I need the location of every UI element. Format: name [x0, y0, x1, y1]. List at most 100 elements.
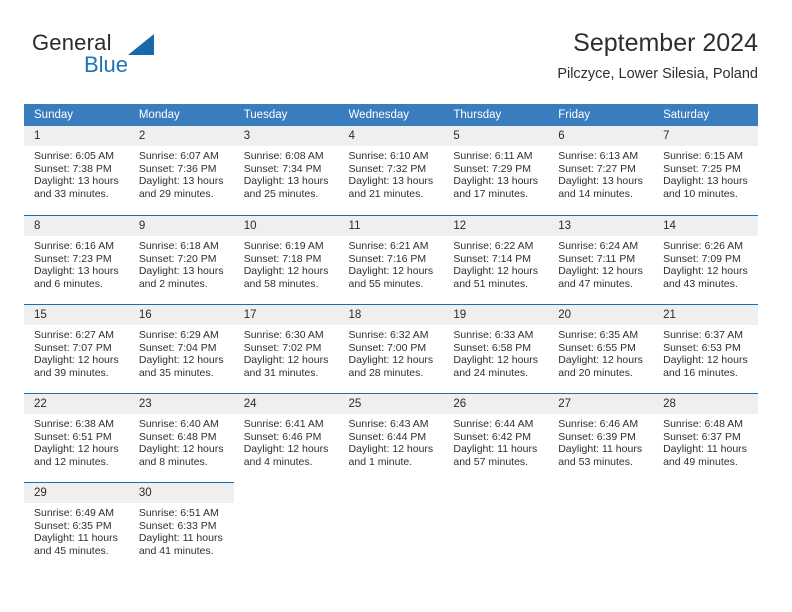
sunset-text: Sunset: 6:44 PM: [348, 430, 427, 443]
calendar-day-cell[interactable]: 4 Sunrise: 6:10 AM Sunset: 7:32 PM Daylight…: [338, 126, 444, 215]
calendar-day-cell[interactable]: 7 Sunrise: 6:15 AM Sunset: 7:25 PM Daylight…: [653, 126, 758, 215]
calendar-day-details: Sunrise: 6:48 AM Sunset: 6:37 PM Daylight:…: [653, 414, 758, 468]
calendar-day-cell[interactable]: 23 Sunrise: 6:40 AM Sunset: 6:48 PM Dayligh…: [128, 393, 234, 482]
calendar-day-details: Sunrise: 6:44 AM Sunset: 6:42 PM Daylight:…: [443, 414, 548, 468]
sunset-text: Sunset: 7:27 PM: [558, 162, 636, 175]
calendar-day-cell[interactable]: 28 Sunrise: 6:48 AM Sunset: 6:37 PM Dayligh…: [653, 393, 758, 482]
daylight-text-line1: Daylight: 13 hours: [34, 175, 119, 188]
calendar-day-number: 30: [128, 483, 234, 503]
daylight-text-line2: and 8 minutes.: [138, 455, 208, 468]
calendar-day-cell-empty: [443, 482, 548, 571]
calendar-day-cell[interactable]: 30 Sunrise: 6:51 AM Sunset: 6:33 PM Dayligh…: [128, 482, 234, 571]
daylight-text-line2: and 25 minutes.: [243, 187, 319, 200]
calendar-day-cell[interactable]: 5 Sunrise: 6:11 AM Sunset: 7:29 PM Daylight…: [443, 126, 549, 215]
daylight-text-line1: Daylight: 12 hours: [663, 354, 748, 367]
daylight-text-line1: Daylight: 11 hours: [558, 443, 643, 456]
calendar-day-cell[interactable]: 8 Sunrise: 6:16 AM Sunset: 7:23 PM Daylight…: [24, 215, 129, 304]
daylight-text-line1: Daylight: 13 hours: [34, 265, 119, 278]
calendar-day-number: [443, 482, 548, 502]
calendar-day-cell[interactable]: 22 Sunrise: 6:38 AM Sunset: 6:51 PM Dayligh…: [24, 393, 129, 482]
calendar-day-inner: 17 Sunrise: 6:30 AM Sunset: 7:02 PM Dayligh…: [233, 304, 339, 393]
calendar-day-inner: 18 Sunrise: 6:32 AM Sunset: 7:00 PM Dayligh…: [338, 304, 444, 393]
calendar-day-cell[interactable]: 27 Sunrise: 6:46 AM Sunset: 6:39 PM Dayligh…: [548, 393, 654, 482]
sunset-text: Sunset: 7:14 PM: [453, 252, 532, 265]
calendar-day-number: 3: [233, 126, 339, 146]
calendar-day-details: Sunrise: 6:49 AM Sunset: 6:35 PM Daylight:…: [24, 503, 129, 557]
calendar-day-cell[interactable]: 16 Sunrise: 6:29 AM Sunset: 7:04 PM Dayligh…: [128, 304, 234, 393]
calendar-day-cell[interactable]: 19 Sunrise: 6:33 AM Sunset: 6:58 PM Dayligh…: [443, 304, 549, 393]
calendar-day-number: 20: [548, 305, 654, 325]
calendar-day-number: 2: [128, 126, 234, 146]
sunrise-text: Sunrise: 6:29 AM: [138, 329, 219, 341]
calendar-day-cell[interactable]: 17 Sunrise: 6:30 AM Sunset: 7:02 PM Dayligh…: [233, 304, 339, 393]
sunset-text: Sunset: 7:34 PM: [243, 162, 322, 175]
calendar-day-number: 26: [443, 394, 549, 414]
daylight-text-line2: and 51 minutes.: [453, 277, 529, 290]
calendar-day-details: [339, 502, 444, 506]
sunrise-text: Sunrise: 6:33 AM: [453, 329, 534, 341]
calendar-day-inner: 4 Sunrise: 6:10 AM Sunset: 7:32 PM Daylight…: [338, 126, 444, 215]
sunset-text: Sunset: 6:37 PM: [663, 430, 741, 443]
calendar-day-details: Sunrise: 6:15 AM Sunset: 7:25 PM Daylight:…: [653, 146, 758, 200]
daylight-text-line1: Daylight: 12 hours: [453, 265, 539, 278]
daylight-text-line2: and 16 minutes.: [663, 366, 738, 379]
daylight-text-line1: Daylight: 13 hours: [663, 175, 748, 188]
calendar-day-inner: 29 Sunrise: 6:49 AM Sunset: 6:35 PM Dayligh…: [24, 482, 129, 571]
sunrise-text: Sunrise: 6:35 AM: [558, 329, 639, 341]
sunset-text: Sunset: 6:42 PM: [453, 430, 532, 443]
sunrise-text: Sunrise: 6:32 AM: [348, 329, 429, 341]
calendar-day-cell[interactable]: 20 Sunrise: 6:35 AM Sunset: 6:55 PM Dayligh…: [548, 304, 654, 393]
calendar-day-cell-empty: [234, 482, 339, 571]
sunset-text: Sunset: 6:46 PM: [243, 430, 322, 443]
calendar-day-cell[interactable]: 21 Sunrise: 6:37 AM Sunset: 6:53 PM Dayligh…: [653, 304, 758, 393]
daylight-text-line1: Daylight: 12 hours: [348, 443, 434, 456]
daylight-text-line1: Daylight: 12 hours: [243, 443, 329, 456]
sunset-text: Sunset: 7:32 PM: [348, 162, 427, 175]
calendar-day-cell[interactable]: 26 Sunrise: 6:44 AM Sunset: 6:42 PM Dayligh…: [443, 393, 549, 482]
calendar-day-number: 18: [338, 305, 444, 325]
calendar-day-inner: [548, 482, 653, 571]
calendar-day-cell[interactable]: 24 Sunrise: 6:41 AM Sunset: 6:46 PM Dayligh…: [233, 393, 339, 482]
daylight-text-line1: Daylight: 13 hours: [348, 175, 434, 188]
daylight-text-line1: Daylight: 11 hours: [663, 443, 747, 456]
sunset-text: Sunset: 7:11 PM: [558, 252, 636, 265]
calendar-day-cell[interactable]: 6 Sunrise: 6:13 AM Sunset: 7:27 PM Daylight…: [548, 126, 654, 215]
calendar-day-details: Sunrise: 6:33 AM Sunset: 6:58 PM Daylight:…: [443, 325, 548, 379]
calendar-day-details: Sunrise: 6:27 AM Sunset: 7:07 PM Daylight:…: [24, 325, 129, 379]
calendar-day-cell[interactable]: 18 Sunrise: 6:32 AM Sunset: 7:00 PM Dayligh…: [338, 304, 444, 393]
calendar-day-details: Sunrise: 6:05 AM Sunset: 7:38 PM Daylight:…: [24, 146, 129, 200]
calendar-day-cell[interactable]: 11 Sunrise: 6:21 AM Sunset: 7:16 PM Dayligh…: [338, 215, 444, 304]
calendar-day-details: Sunrise: 6:26 AM Sunset: 7:09 PM Daylight:…: [653, 236, 758, 290]
calendar-day-cell[interactable]: 1 Sunrise: 6:05 AM Sunset: 7:38 PM Daylight…: [24, 126, 129, 215]
calendar-day-cell[interactable]: 13 Sunrise: 6:24 AM Sunset: 7:11 PM Dayligh…: [548, 215, 654, 304]
sunset-text: Sunset: 6:48 PM: [138, 430, 217, 443]
calendar-day-cell[interactable]: 2 Sunrise: 6:07 AM Sunset: 7:36 PM Daylight…: [128, 126, 234, 215]
daylight-text-line2: and 31 minutes.: [243, 366, 319, 379]
daylight-text-line1: Daylight: 13 hours: [453, 175, 539, 188]
calendar-day-cell[interactable]: 12 Sunrise: 6:22 AM Sunset: 7:14 PM Dayligh…: [443, 215, 549, 304]
calendar-day-cell[interactable]: 29 Sunrise: 6:49 AM Sunset: 6:35 PM Dayligh…: [24, 482, 129, 571]
calendar-day-cell[interactable]: 10 Sunrise: 6:19 AM Sunset: 7:18 PM Dayligh…: [233, 215, 339, 304]
calendar-day-cell[interactable]: 15 Sunrise: 6:27 AM Sunset: 7:07 PM Dayligh…: [24, 304, 129, 393]
sunrise-text: Sunrise: 6:11 AM: [453, 150, 533, 162]
calendar-day-number: 11: [338, 216, 444, 236]
daylight-text-line2: and 58 minutes.: [243, 277, 319, 290]
calendar-day-inner: 12 Sunrise: 6:22 AM Sunset: 7:14 PM Dayligh…: [443, 215, 549, 304]
calendar-day-cell[interactable]: 25 Sunrise: 6:43 AM Sunset: 6:44 PM Dayligh…: [338, 393, 444, 482]
calendar-day-details: Sunrise: 6:40 AM Sunset: 6:48 PM Daylight:…: [129, 414, 234, 468]
calendar-day-inner: 27 Sunrise: 6:46 AM Sunset: 6:39 PM Dayligh…: [548, 393, 654, 482]
brand-logo[interactable]: General Blue: [24, 28, 224, 90]
sunrise-text: Sunrise: 6:41 AM: [243, 418, 324, 430]
calendar-day-details: Sunrise: 6:29 AM Sunset: 7:04 PM Daylight:…: [129, 325, 234, 379]
calendar-day-inner: 19 Sunrise: 6:33 AM Sunset: 6:58 PM Dayligh…: [443, 304, 549, 393]
calendar-day-cell[interactable]: 3 Sunrise: 6:08 AM Sunset: 7:34 PM Daylight…: [233, 126, 339, 215]
calendar-day-inner: 26 Sunrise: 6:44 AM Sunset: 6:42 PM Dayligh…: [443, 393, 549, 482]
calendar-day-details: Sunrise: 6:19 AM Sunset: 7:18 PM Daylight:…: [234, 236, 339, 290]
sunset-text: Sunset: 6:33 PM: [138, 519, 217, 532]
calendar-day-cell[interactable]: 14 Sunrise: 6:26 AM Sunset: 7:09 PM Dayligh…: [653, 215, 758, 304]
calendar-day-cell[interactable]: 9 Sunrise: 6:18 AM Sunset: 7:20 PM Daylight…: [128, 215, 234, 304]
daylight-text-line2: and 55 minutes.: [348, 277, 424, 290]
daylight-text-line2: and 45 minutes.: [34, 544, 109, 557]
weekday-header-thursday: Thursday: [443, 104, 549, 126]
calendar-day-inner: 5 Sunrise: 6:11 AM Sunset: 7:29 PM Daylight…: [443, 126, 549, 215]
